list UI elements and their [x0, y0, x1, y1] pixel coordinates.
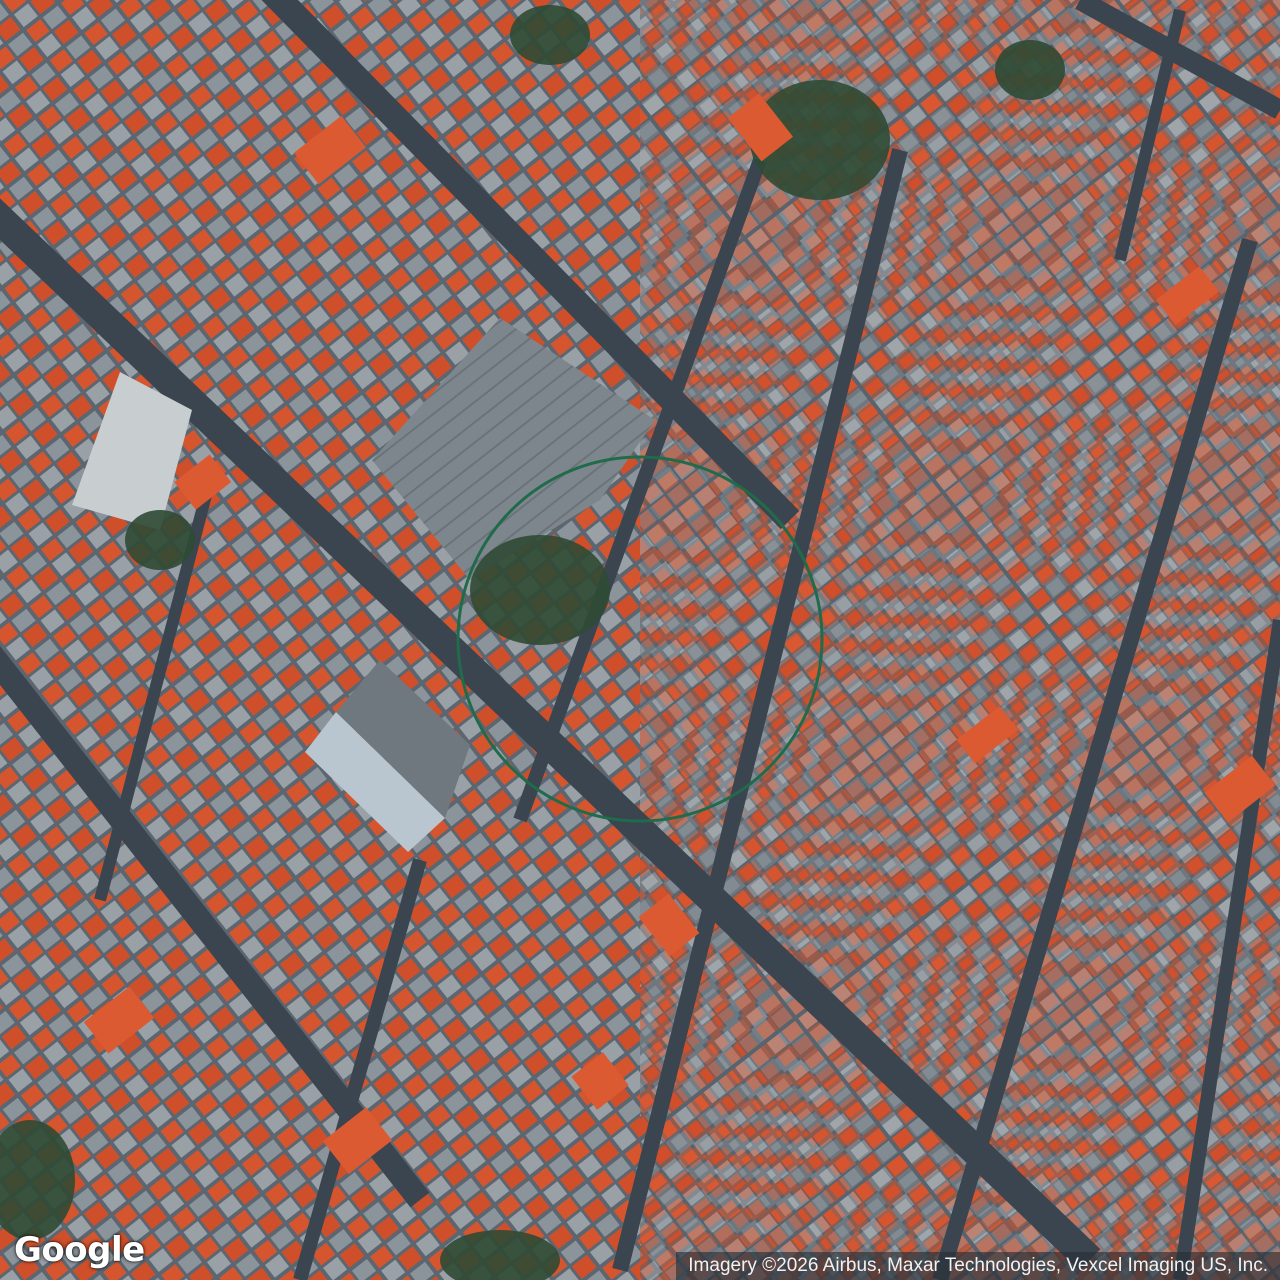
- satellite-imagery: [0, 0, 1280, 1280]
- satellite-map[interactable]: Google Imagery ©2026 Airbus, Maxar Techn…: [0, 0, 1280, 1280]
- google-logo: Google: [14, 1230, 145, 1270]
- imagery-attribution[interactable]: Imagery ©2026 Airbus, Maxar Technologies…: [676, 1252, 1280, 1280]
